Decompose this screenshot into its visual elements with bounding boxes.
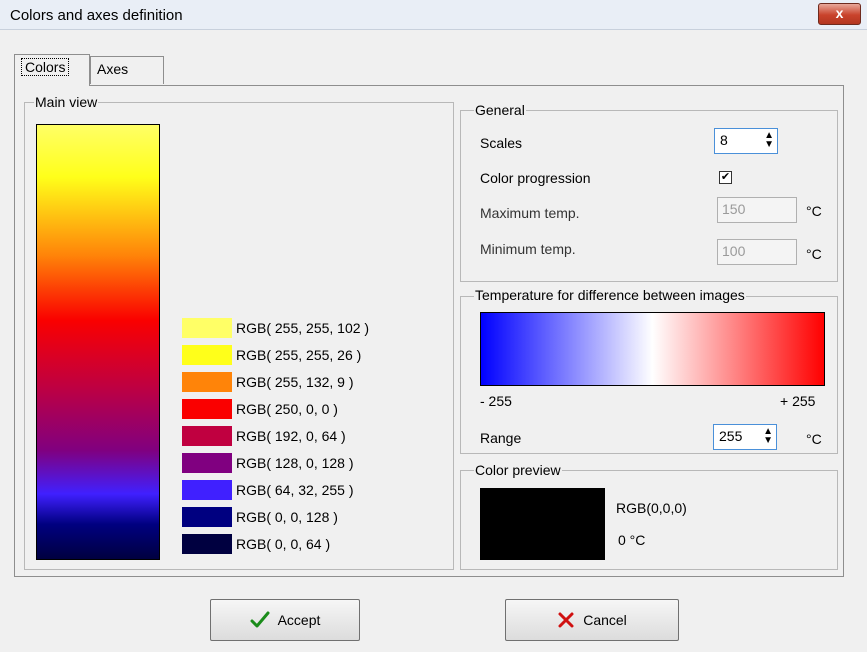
- palette-label: RGB( 64, 32, 255 ): [236, 482, 354, 498]
- min-temp-field[interactable]: 100: [717, 239, 797, 265]
- spin-arrows-icon[interactable]: ▲ ▼: [763, 427, 773, 446]
- max-temp-field[interactable]: 150: [717, 197, 797, 223]
- accept-label: Accept: [277, 612, 321, 628]
- difference-colorbar: [480, 312, 825, 386]
- range-value: 255: [719, 428, 743, 444]
- range-spinner[interactable]: 255 ▲ ▼: [713, 424, 777, 450]
- palette-label: RGB( 255, 255, 26 ): [236, 347, 362, 363]
- preview-temp-text: 0 °C: [618, 532, 646, 548]
- palette-swatch: [182, 318, 232, 338]
- palette-swatch: [182, 453, 232, 473]
- color-preview-swatch: [480, 488, 605, 560]
- window-title: Colors and axes definition: [10, 7, 183, 24]
- difference-max-label: + 255: [780, 393, 816, 409]
- palette-swatch: [182, 426, 232, 446]
- color-preview-title: Color preview: [474, 462, 562, 478]
- cancel-button[interactable]: Cancel: [505, 599, 679, 641]
- cancel-x-icon: [558, 612, 574, 628]
- checkmark-icon: ✔: [720, 171, 731, 183]
- color-progression-checkbox[interactable]: ✔: [719, 171, 732, 184]
- tab-colors[interactable]: Colors: [14, 54, 90, 86]
- difference-min-label: - 255: [480, 393, 512, 409]
- palette-swatch: [182, 372, 232, 392]
- range-unit: °C: [806, 431, 822, 447]
- palette-swatch: [182, 399, 232, 419]
- spin-arrows-icon[interactable]: ▲ ▼: [764, 131, 774, 150]
- palette-label: RGB( 0, 0, 64 ): [236, 536, 331, 552]
- palette-swatch: [182, 507, 232, 527]
- palette-label: RGB( 255, 132, 9 ): [236, 374, 354, 390]
- main-colorbar: [36, 124, 160, 560]
- range-label: Range: [480, 430, 522, 446]
- checkmark-icon: [250, 611, 270, 628]
- close-button[interactable]: x: [818, 3, 861, 25]
- tab-axes-label: Axes: [97, 61, 129, 77]
- max-temp-label: Maximum temp.: [480, 205, 580, 221]
- close-icon: x: [835, 5, 844, 21]
- accept-button[interactable]: Accept: [210, 599, 360, 641]
- cancel-label: Cancel: [583, 612, 627, 628]
- general-title: General: [474, 102, 526, 118]
- palette-swatch: [182, 345, 232, 365]
- palette-label: RGB( 250, 0, 0 ): [236, 401, 338, 417]
- scales-spinner[interactable]: 8 ▲ ▼: [714, 128, 778, 154]
- main-view-title: Main view: [34, 94, 99, 110]
- color-progression-label: Color progression: [480, 170, 591, 186]
- palette-swatch: [182, 534, 232, 554]
- tab-colors-label: Colors: [21, 58, 70, 76]
- preview-rgb-text: RGB(0,0,0): [616, 500, 687, 516]
- scales-value: 8: [720, 132, 728, 148]
- palette-label: RGB( 128, 0, 128 ): [236, 455, 354, 471]
- palette-label: RGB( 0, 0, 128 ): [236, 509, 338, 525]
- tab-axes[interactable]: Axes: [90, 56, 164, 84]
- difference-title: Temperature for difference between image…: [474, 287, 746, 303]
- palette-label: RGB( 192, 0, 64 ): [236, 428, 346, 444]
- min-temp-label: Minimum temp.: [480, 241, 576, 257]
- scales-label: Scales: [480, 135, 523, 151]
- palette-swatch: [182, 480, 232, 500]
- palette-label: RGB( 255, 255, 102 ): [236, 320, 370, 336]
- max-temp-unit: °C: [806, 203, 822, 219]
- min-temp-unit: °C: [806, 246, 822, 262]
